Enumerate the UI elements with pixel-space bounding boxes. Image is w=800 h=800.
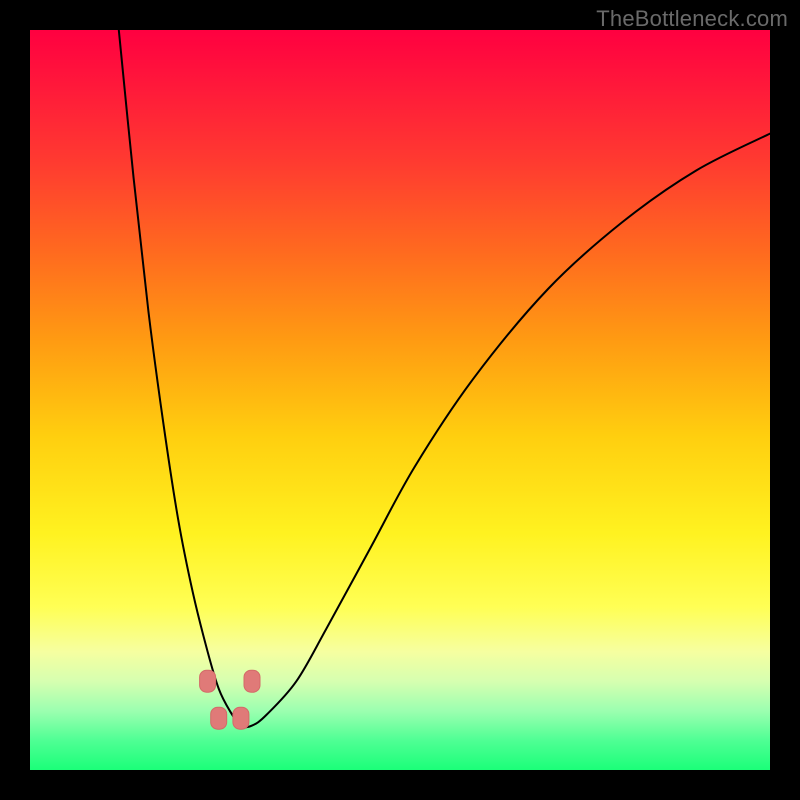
curve-marker — [244, 670, 260, 692]
bottleneck-curve — [119, 30, 770, 727]
curve-markers — [200, 670, 260, 729]
curve-marker — [200, 670, 216, 692]
curve-svg — [30, 30, 770, 770]
chart-frame: TheBottleneck.com — [0, 0, 800, 800]
curve-marker — [233, 707, 249, 729]
plot-area — [30, 30, 770, 770]
curve-marker — [211, 707, 227, 729]
watermark-text: TheBottleneck.com — [596, 6, 788, 32]
